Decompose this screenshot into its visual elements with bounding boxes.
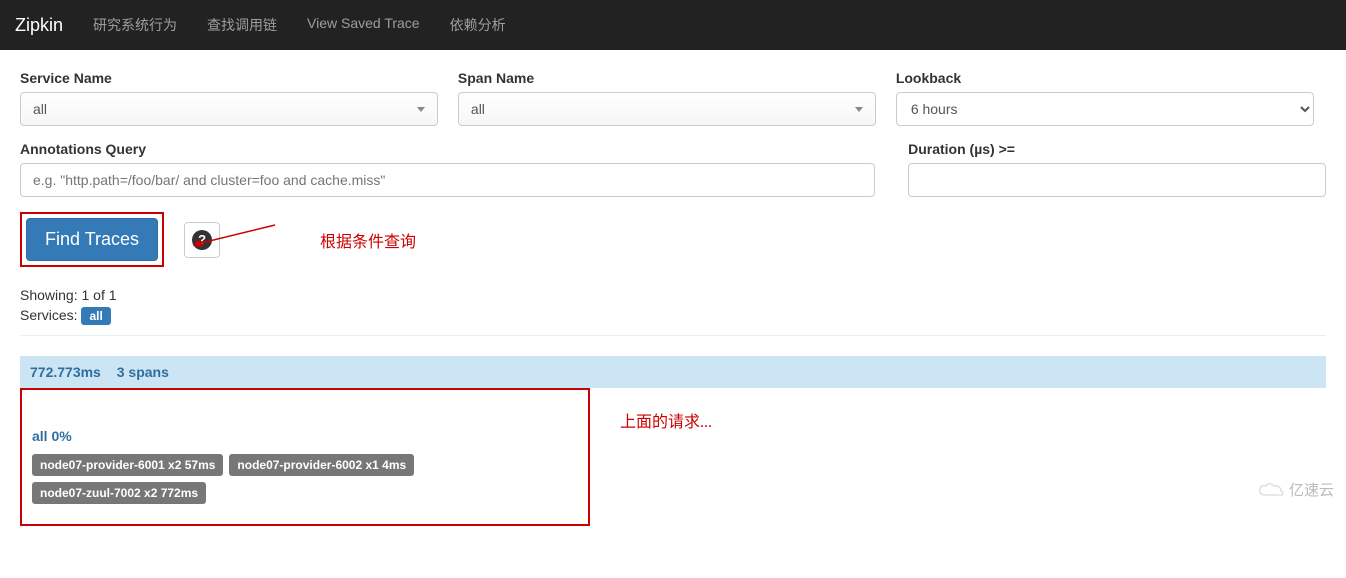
annotations-label: Annotations Query <box>20 141 875 157</box>
trace-badges-row: node07-provider-6001 x2 57ms node07-prov… <box>30 452 580 506</box>
action-row: Find Traces ? 根据条件查询 <box>20 212 1326 267</box>
watermark-text: 亿速云 <box>1289 479 1334 500</box>
annotation-query-hint: 根据条件查询 <box>320 228 416 252</box>
services-badge[interactable]: all <box>81 307 110 325</box>
service-name-label: Service Name <box>20 70 438 86</box>
showing-line: Showing: 1 of 1 <box>20 287 1326 303</box>
lookback-label: Lookback <box>896 70 1314 86</box>
divider <box>20 335 1326 336</box>
service-name-value: all <box>33 101 47 117</box>
brand-link[interactable]: Zipkin <box>15 15 63 36</box>
span-name-select[interactable]: all <box>458 92 876 126</box>
main-container: Service Name all Span Name all Lookback … <box>0 50 1346 578</box>
duration-group: Duration (µs) >= <box>908 141 1326 197</box>
trace-duration: 772.773ms <box>30 364 101 380</box>
service-name-select[interactable]: all <box>20 92 438 126</box>
nav-item-dependency[interactable]: 依赖分析 <box>450 17 506 33</box>
caret-down-icon <box>417 107 425 112</box>
showing-total: 1 <box>109 287 117 303</box>
duration-input[interactable] <box>908 163 1326 197</box>
duration-label: Duration (µs) >= <box>908 141 1326 157</box>
nav-item-find-trace[interactable]: 查找调用链 <box>207 17 277 33</box>
form-row-1: Service Name all Span Name all Lookback … <box>20 70 1326 126</box>
trace-subline: all 0% <box>30 420 580 452</box>
caret-down-icon <box>855 107 863 112</box>
annotations-input[interactable] <box>20 163 875 197</box>
trace-badge[interactable]: node07-zuul-7002 x2 772ms <box>32 482 206 504</box>
nav-item-behavior[interactable]: 研究系统行为 <box>93 17 177 33</box>
lookback-select[interactable]: 6 hours <box>896 92 1314 126</box>
trace-badge[interactable]: node07-provider-6001 x2 57ms <box>32 454 223 476</box>
services-prefix: Services: <box>20 307 81 323</box>
span-name-group: Span Name all <box>458 70 876 126</box>
lookback-group: Lookback 6 hours <box>896 70 1314 126</box>
span-name-label: Span Name <box>458 70 876 86</box>
form-row-2: Annotations Query Duration (µs) >= <box>20 141 1326 197</box>
annotation-box-find: Find Traces <box>20 212 164 267</box>
nav-item-saved-trace[interactable]: View Saved Trace <box>307 15 420 31</box>
showing-of: of <box>89 287 108 303</box>
services-line: Services: all <box>20 307 1326 323</box>
annotations-group: Annotations Query <box>20 141 875 197</box>
find-traces-button[interactable]: Find Traces <box>26 218 158 261</box>
arrow-icon <box>185 217 285 257</box>
cloud-icon <box>1257 481 1285 499</box>
trace-badge[interactable]: node07-provider-6002 x1 4ms <box>229 454 414 476</box>
results-wrap: all 0% node07-provider-6001 x2 57ms node… <box>20 388 1326 558</box>
nav-list: 研究系统行为 查找调用链 View Saved Trace 依赖分析 <box>78 0 521 50</box>
service-name-group: Service Name all <box>20 70 438 126</box>
span-name-value: all <box>471 101 485 117</box>
navbar: Zipkin 研究系统行为 查找调用链 View Saved Trace 依赖分… <box>0 0 1346 50</box>
trace-spans: 3 spans <box>117 364 169 380</box>
trace-header[interactable]: 772.773ms 3 spans <box>20 356 1326 388</box>
annotation-box-results: all 0% node07-provider-6001 x2 57ms node… <box>20 388 590 526</box>
watermark: 亿速云 <box>1257 479 1334 500</box>
annotation-request-hint: 上面的请求... <box>620 408 712 432</box>
showing-prefix: Showing: <box>20 287 81 303</box>
